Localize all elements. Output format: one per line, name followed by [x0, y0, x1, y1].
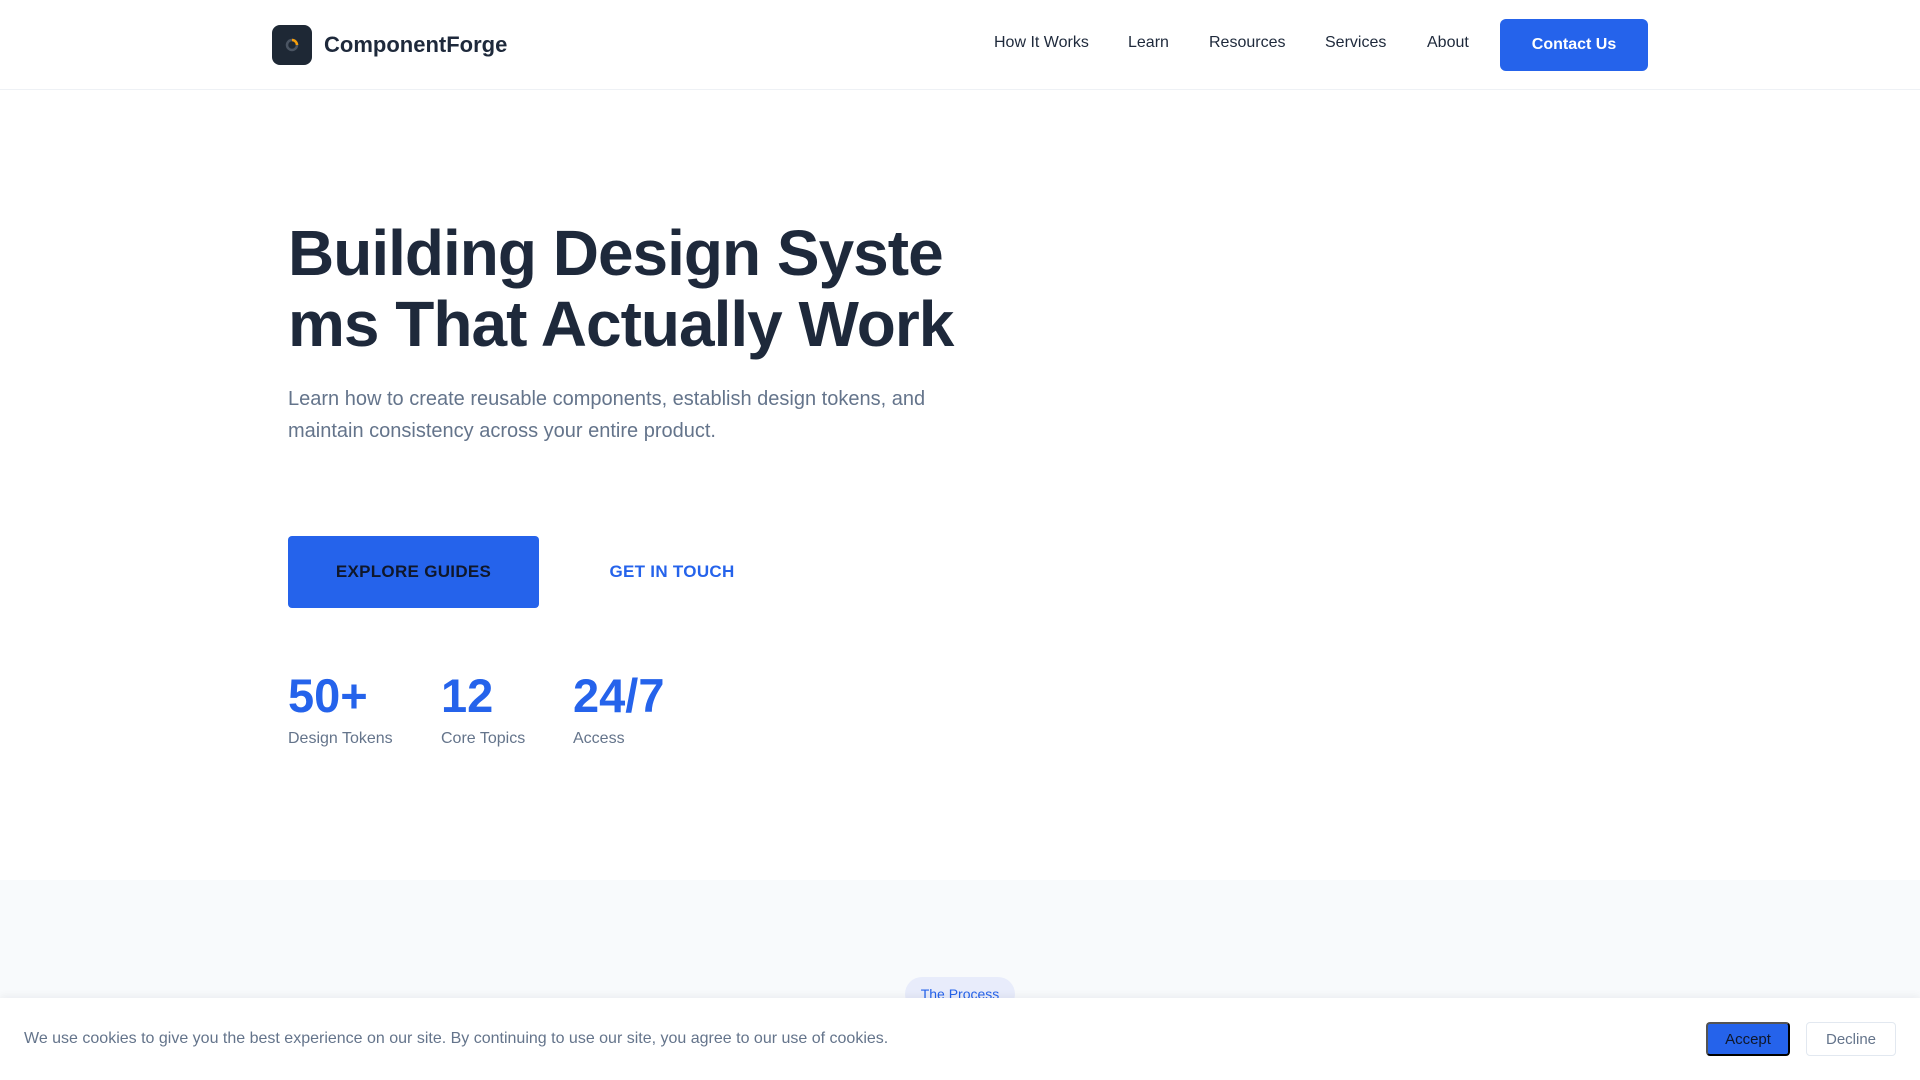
stat-access: 24/7 Access: [573, 668, 664, 748]
nav-link-learn[interactable]: Learn: [1128, 34, 1169, 52]
hero-title: Building Design Systems That Actually Wo…: [288, 217, 954, 360]
nav-link-how-it-works[interactable]: How It Works: [994, 34, 1089, 52]
hero-subtitle: Learn how to create reusable components,…: [288, 388, 926, 442]
cookie-decline-button[interactable]: Decline: [1806, 1022, 1896, 1056]
stat-core-topics: 12 Core Topics: [441, 668, 525, 748]
nav-link-services[interactable]: Services: [1325, 34, 1386, 52]
stat-label: Core Topics: [441, 730, 526, 747]
stat-design-tokens: 50+ Design Tokens: [288, 668, 393, 748]
cookie-banner: We use cookies to give you the best expe…: [0, 998, 1920, 1080]
contact-us-button[interactable]: Contact Us: [1500, 19, 1648, 71]
get-in-touch-button[interactable]: GET IN TOUCH: [566, 536, 778, 608]
stat-value: 50+: [288, 669, 368, 722]
stat-label: Design Tokens: [288, 730, 393, 747]
stat-value: 12: [441, 669, 494, 722]
stat-value: 24/7: [573, 669, 665, 722]
nav-link-about[interactable]: About: [1427, 34, 1469, 52]
explore-guides-button[interactable]: EXPLORE GUIDES: [288, 536, 539, 608]
nav-link-resources[interactable]: Resources: [1209, 34, 1285, 52]
cookie-accept-button[interactable]: Accept: [1706, 1022, 1790, 1056]
site-header: ComponentForge How It Works Learn Resour…: [0, 0, 1920, 90]
stat-label: Access: [573, 730, 625, 747]
cookie-message: We use cookies to give you the best expe…: [24, 1030, 889, 1047]
